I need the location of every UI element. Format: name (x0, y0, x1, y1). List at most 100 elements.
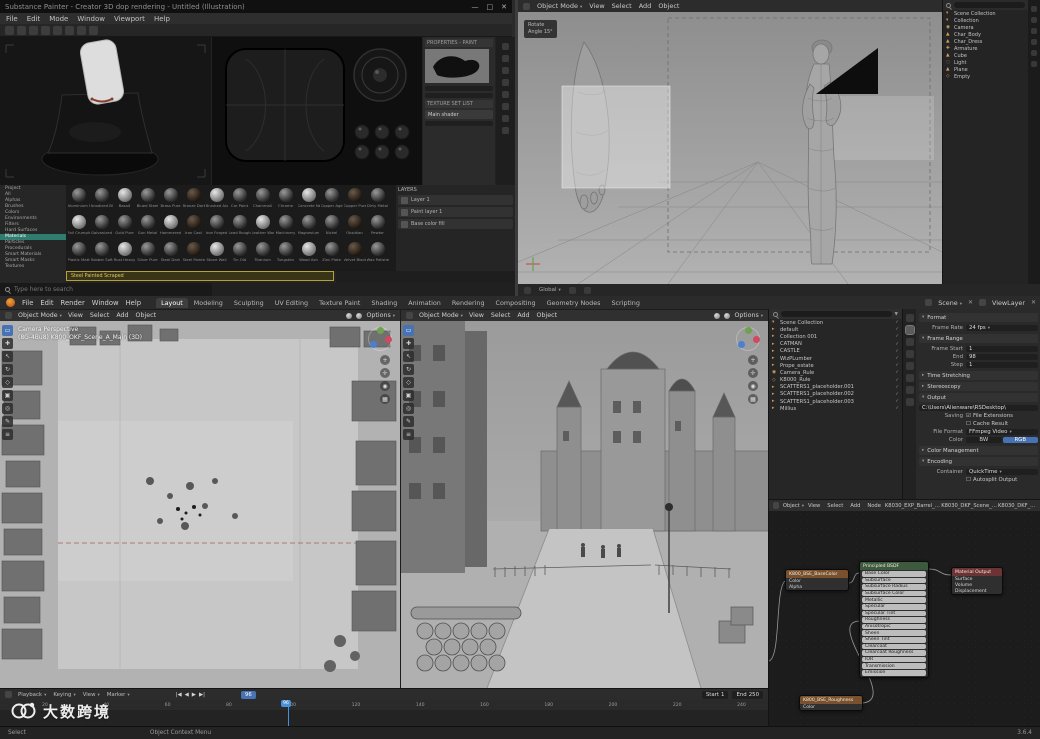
material-thumbnail[interactable]: Steel Dark (159, 240, 182, 267)
material-thumbnail[interactable]: Plastic Matte (67, 240, 90, 267)
smudge-tool-icon[interactable] (53, 25, 62, 35)
viewport-tool-button[interactable]: ≡ (403, 429, 414, 440)
nav-icon[interactable]: ◉ (380, 381, 390, 391)
viewport-tool-button[interactable]: ▭ (403, 325, 414, 336)
outliner-row[interactable]: ▾ Scene Collection (943, 10, 1028, 17)
breadcrumb-item[interactable]: K8030_DKF_Scene_A_Main.001 (941, 503, 998, 509)
node-menu-item[interactable]: Select (827, 503, 843, 509)
proportional-edit-icon[interactable] (568, 286, 576, 294)
clone-tool-icon[interactable] (65, 25, 74, 35)
node-socket-row[interactable]: Color (800, 704, 862, 710)
viewport-tool-button[interactable]: ✎ (403, 416, 414, 427)
sp-selected-material-bar[interactable]: Steel Painted Scraped (66, 271, 334, 281)
playback-button[interactable]: |◀ (176, 692, 182, 698)
outliner-row[interactable]: ◇ Empty (943, 73, 1028, 80)
viewport-tool-button[interactable]: ↖ (2, 351, 13, 362)
viewport-menu-item[interactable]: Object (658, 2, 679, 10)
workspace-tab[interactable]: Geometry Nodes (542, 298, 606, 308)
material-thumbnail[interactable]: Chainmail (251, 186, 274, 213)
search-icon[interactable] (946, 2, 951, 8)
character-3d-viewport[interactable]: Rotate Angle 15° (518, 12, 942, 284)
properties-tab-icon[interactable] (1031, 61, 1037, 67)
timeline-menu-item[interactable]: Playback (18, 692, 46, 698)
shader-type-dropdown[interactable]: Object (783, 503, 804, 509)
navigation-gizmo[interactable] (736, 327, 760, 351)
mode-dropdown[interactable]: Object Mode (419, 312, 463, 319)
material-thumbnail[interactable]: Steel Painted (182, 240, 205, 267)
material-thumbnail[interactable]: Tungsten (274, 240, 297, 267)
properties-tab-icon[interactable] (1031, 50, 1037, 56)
properties-tab-icon[interactable] (1031, 28, 1037, 34)
viewport-tool-button[interactable]: ✚ (403, 338, 414, 349)
visibility-toggle[interactable]: ✓ (895, 370, 899, 375)
sp-menu-item[interactable]: File (6, 15, 18, 23)
viewport-menu-item[interactable]: Object (537, 312, 558, 319)
maximize-button[interactable]: □ (487, 3, 494, 11)
node-socket-row[interactable]: Subsurface (862, 577, 926, 584)
workspace-tab[interactable]: Compositing (491, 298, 541, 308)
viewlayer-unlink-icon[interactable]: ✕ (1031, 299, 1036, 306)
section-output[interactable]: Output (927, 395, 946, 401)
frame-step-field[interactable]: 1 (966, 361, 1038, 369)
timeline-track-area[interactable] (0, 710, 768, 726)
file-format-dropdown[interactable]: FFmpeg Video (966, 428, 1038, 436)
sp-menu-item[interactable]: Viewport (114, 15, 145, 23)
node-socket-row[interactable]: Specular Tint (862, 610, 926, 617)
material-thumbnail[interactable]: Basalt (113, 186, 136, 213)
viewport-tool-button[interactable]: ▣ (2, 390, 13, 401)
outliner-row[interactable]: ◇ K8000_Rule ✓ (769, 377, 902, 384)
breadcrumb-item[interactable]: K8030_EXP_Barrel_A_Main.002 (885, 503, 941, 509)
node-menu-item[interactable]: Add (850, 503, 860, 509)
material-thumbnail[interactable]: Car Paint (228, 186, 251, 213)
projection-tool-icon[interactable] (29, 25, 38, 35)
timeline-menu-item[interactable]: View (83, 692, 100, 698)
nav-icon[interactable]: + (380, 355, 390, 365)
image-texture-node[interactable]: K800_BSE_BaseColor Color Alpha (785, 569, 849, 591)
street-viewport[interactable]: ▭ ✚ ↖ ↻ ◇ ▣ ◎ ✎ ≡ + ✛ ◉ ▦ (400, 321, 768, 688)
visibility-toggle[interactable]: ✓ (895, 327, 899, 332)
material-thumbnail[interactable]: Foil Crumpled (67, 213, 90, 240)
properties-tab-viewlayer-icon[interactable] (905, 338, 914, 346)
layer-row[interactable]: Layer 1 (398, 195, 513, 205)
viewport-menu-item[interactable]: Add (517, 312, 529, 319)
visibility-toggle[interactable]: ✓ (895, 378, 899, 383)
material-thumbnail[interactable]: Anodized Blue (90, 186, 113, 213)
image-texture-node[interactable]: K800_BSE_Roughness Color (799, 695, 863, 711)
viewport-tool-button[interactable]: ↻ (403, 364, 414, 375)
workspace-tab[interactable]: Modeling (189, 298, 228, 308)
paint-tool-icon[interactable] (5, 25, 14, 35)
material-thumbnail[interactable]: Nickel (320, 213, 343, 240)
workspace-tab[interactable]: Shading (366, 298, 402, 308)
material-thumbnail[interactable]: Copper Pure (343, 186, 366, 213)
outliner-row[interactable]: ◉ Camera_Rule ✓ (769, 369, 902, 376)
material-thumbnail[interactable]: Blued Steel (136, 186, 159, 213)
sp-dock-icon[interactable] (502, 91, 509, 98)
section-color-management[interactable]: Color Management (927, 448, 978, 454)
outliner-row[interactable]: ◌ Light (943, 59, 1028, 66)
material-thumbnail[interactable]: Gun Metal (136, 213, 159, 240)
close-button[interactable]: ✕ (501, 3, 507, 11)
properties-tab-modifiers-icon[interactable] (905, 386, 914, 394)
sp-menu-item[interactable]: Help (154, 15, 170, 23)
material-thumbnail[interactable]: Tin Old (228, 240, 251, 267)
editor-type-icon[interactable] (523, 2, 530, 10)
file-extensions-checkbox[interactable]: ☑ File Extensions (966, 413, 1013, 419)
menu-item[interactable]: Edit (40, 299, 53, 307)
eraser-tool-icon[interactable] (17, 25, 26, 35)
sp-flow-slider[interactable] (425, 93, 493, 98)
material-thumbnail[interactable]: Obsidian (343, 213, 366, 240)
material-thumbnail[interactable]: Rubber Soft (90, 240, 113, 267)
playback-button[interactable]: ▶ (192, 692, 196, 698)
menu-item[interactable]: Window (92, 299, 119, 307)
node-socket-row[interactable]: Subsurface Color (862, 590, 926, 597)
outliner-row[interactable]: ▲ Plane (943, 66, 1028, 73)
section-stereoscopy[interactable]: Stereoscopy (927, 384, 960, 390)
node-socket-row[interactable]: Specular (862, 603, 926, 610)
material-thumbnail[interactable]: Hammered (159, 213, 182, 240)
viewport-menu-item[interactable]: View (68, 312, 83, 319)
material-thumbnail[interactable]: Bronze Dark (182, 186, 205, 213)
search-icon[interactable] (773, 311, 778, 317)
sp-shelf-category[interactable]: Textures (0, 264, 66, 270)
shading-mode-icon[interactable] (356, 312, 363, 319)
properties-tab-icon[interactable] (1031, 6, 1037, 12)
